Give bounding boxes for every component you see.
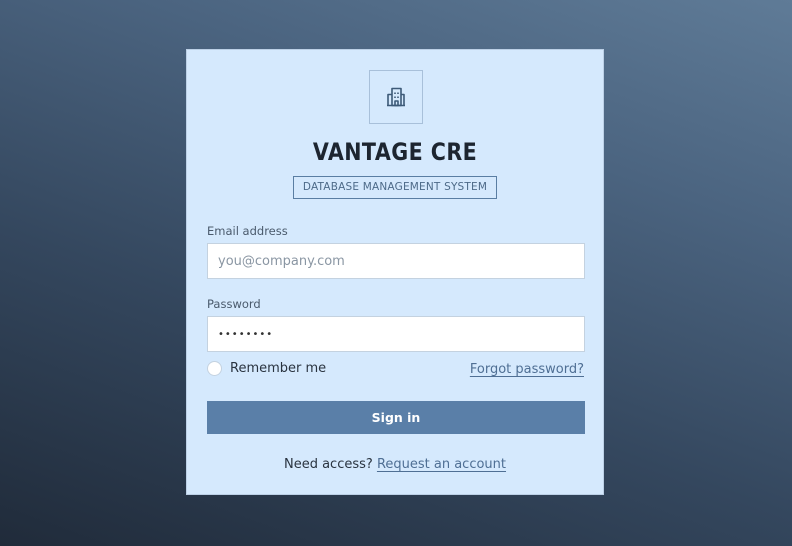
access-prompt-text: Need access? <box>283 457 373 472</box>
password-field[interactable] <box>207 316 585 352</box>
password-label: Password <box>207 297 261 311</box>
email-field[interactable] <box>207 243 585 279</box>
brand-subtitle: DATABASE MANAGEMENT SYSTEM <box>292 176 498 199</box>
sign-in-button[interactable]: Sign in <box>207 401 585 434</box>
forgot-password-link[interactable]: Forgot password? <box>470 362 584 377</box>
building-icon <box>387 87 405 107</box>
brand-title: VANTAGE CRE <box>312 138 478 166</box>
login-card: VANTAGE CRE DATABASE MANAGEMENT SYSTEM E… <box>186 49 604 495</box>
remember-me[interactable]: Remember me <box>207 361 326 376</box>
email-label: Email address <box>207 224 288 238</box>
request-account-link[interactable]: Request an account <box>377 457 506 472</box>
subtitle-wrap: DATABASE MANAGEMENT SYSTEM <box>187 175 603 199</box>
access-prompt: Need access? Request an account <box>187 457 603 472</box>
logo-box <box>369 70 423 124</box>
remember-checkbox[interactable] <box>207 361 222 376</box>
remember-label: Remember me <box>230 361 327 376</box>
